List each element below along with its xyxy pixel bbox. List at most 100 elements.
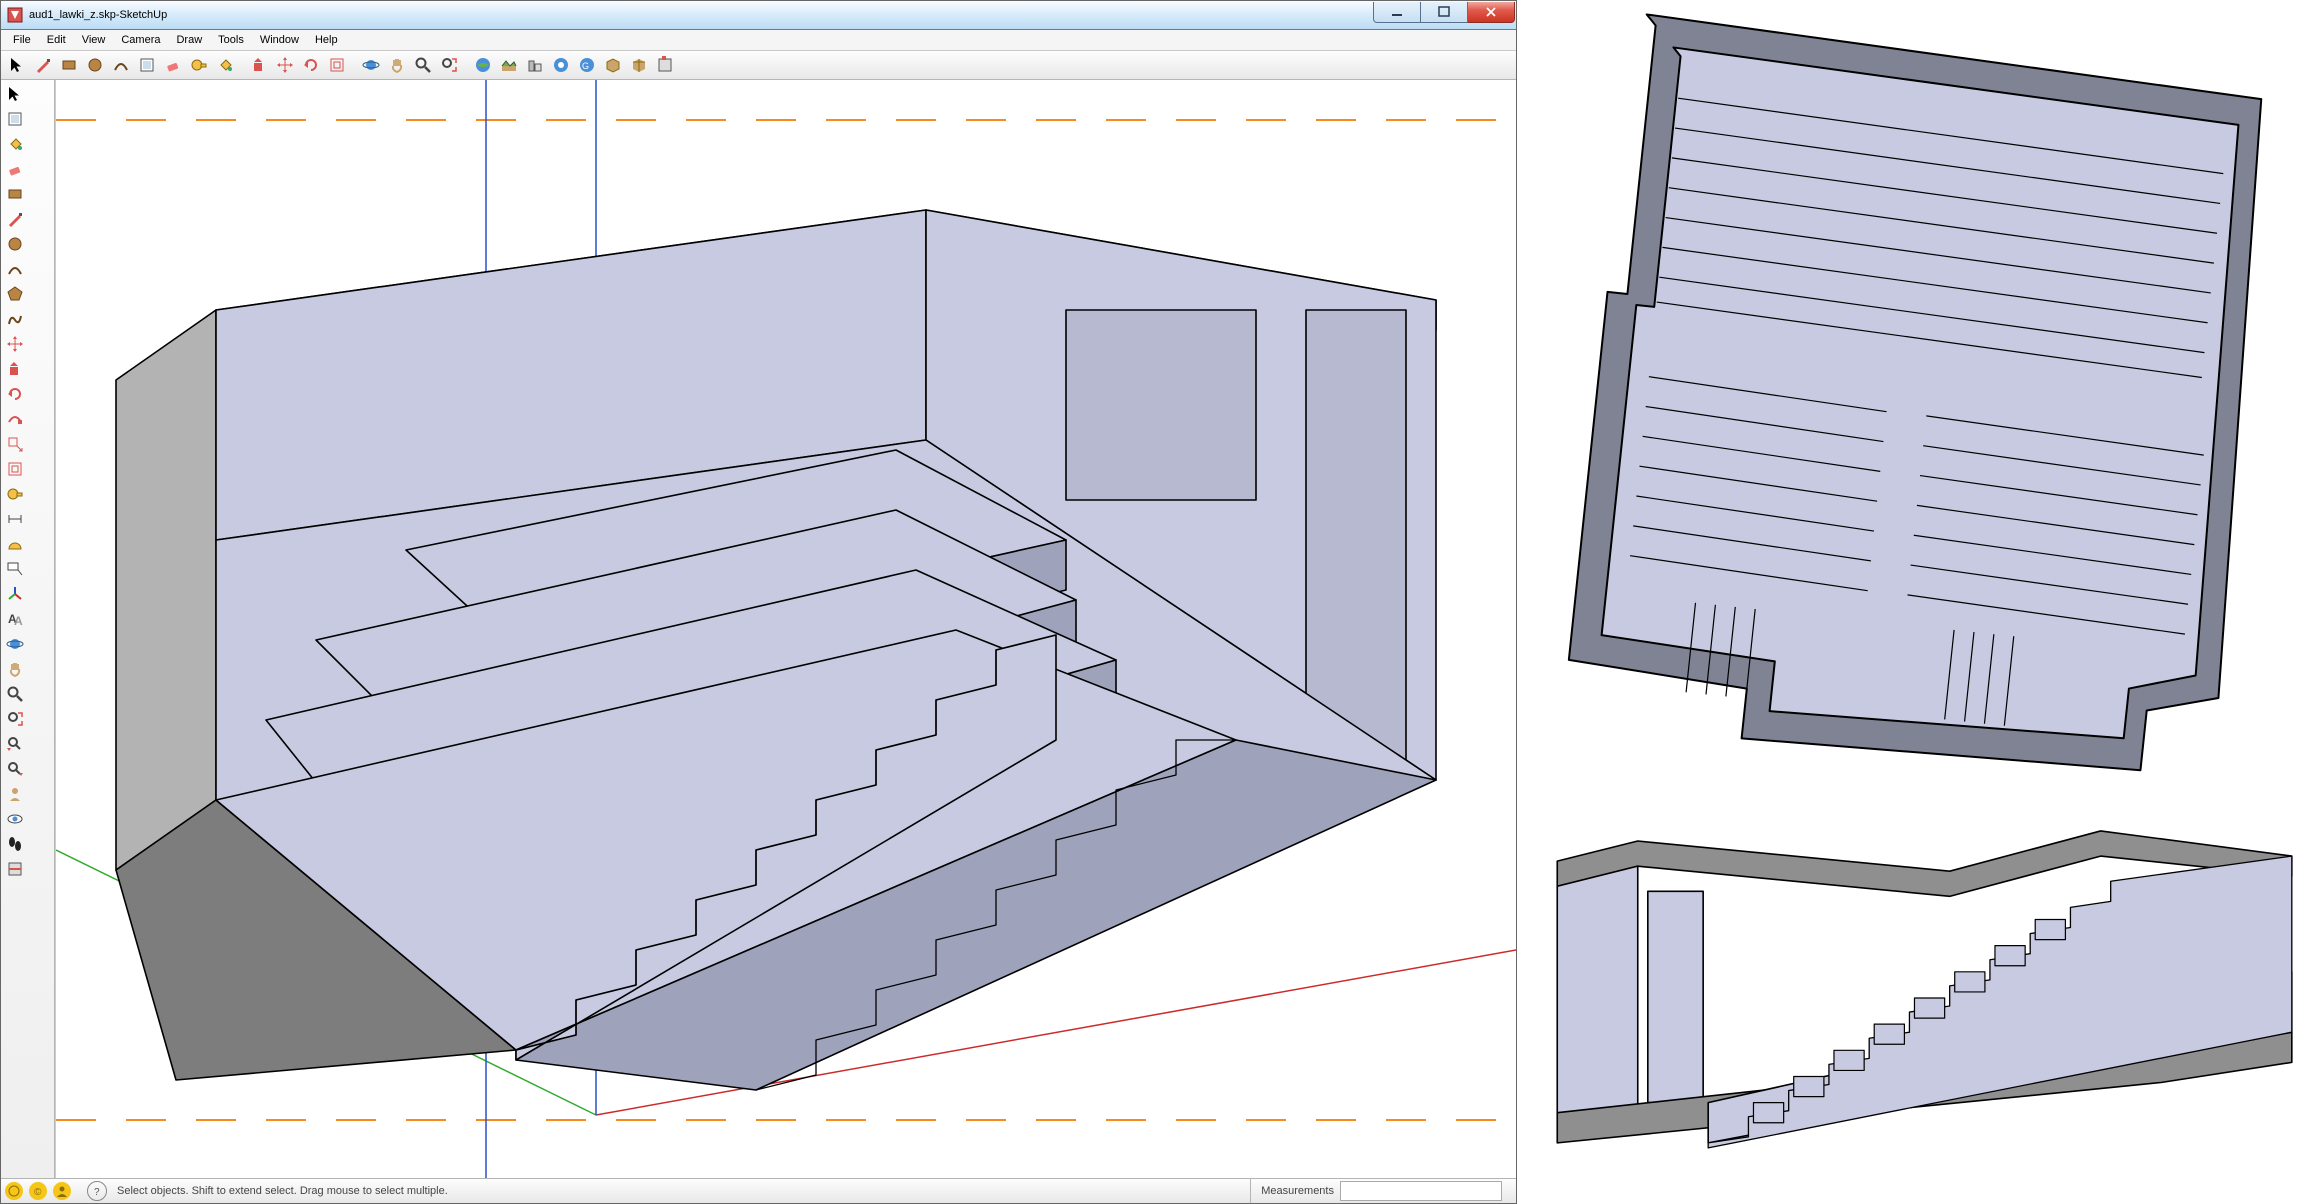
measurements-box: Measurements [1250, 1179, 1512, 1203]
position-camera-icon[interactable] [3, 782, 27, 806]
offset-icon[interactable] [325, 53, 349, 77]
axes-icon[interactable] [3, 582, 27, 606]
measurements-label: Measurements [1261, 1185, 1334, 1197]
menubar: File Edit View Camera Draw Tools Window … [1, 30, 1516, 51]
app-icon [7, 7, 23, 23]
section-plane-icon[interactable] [3, 857, 27, 881]
circle-icon[interactable] [3, 232, 27, 256]
geo-location-icon[interactable] [5, 1182, 23, 1200]
menu-label: Tools [218, 34, 244, 46]
menu-label: Help [315, 34, 338, 46]
menu-window[interactable]: Window [252, 30, 307, 50]
content-area: AA [1, 80, 1516, 1178]
tape-measure-icon[interactable] [187, 53, 211, 77]
titlebar[interactable]: aud1_lawki_z.skp - SketchUp [1, 1, 1516, 30]
window-title: aud1_lawki_z.skp - SketchUp [29, 9, 167, 21]
menu-label: Camera [121, 34, 160, 46]
rectangle-icon[interactable] [57, 53, 81, 77]
walk-icon[interactable] [3, 832, 27, 856]
select-arrow-icon[interactable] [3, 82, 27, 106]
pan-icon[interactable] [3, 657, 27, 681]
menu-label: Edit [47, 34, 66, 46]
menu-view[interactable]: View [74, 30, 114, 50]
make-component-icon[interactable] [135, 53, 159, 77]
menu-camera[interactable]: Camera [113, 30, 168, 50]
move-icon[interactable] [3, 332, 27, 356]
viewport[interactable] [55, 80, 1516, 1178]
left-toolbox: AA [1, 80, 55, 1178]
section-view [1517, 800, 2322, 1204]
polygon-icon[interactable] [3, 282, 27, 306]
measurements-input[interactable] [1340, 1181, 1502, 1201]
menu-edit[interactable]: Edit [39, 30, 74, 50]
eraser-icon[interactable] [3, 157, 27, 181]
menu-file[interactable]: File [5, 30, 39, 50]
protractor-icon[interactable] [3, 532, 27, 556]
statusbar: © ? Select objects. Shift to extend sele… [1, 1178, 1516, 1203]
svg-text:?: ? [94, 1187, 100, 1197]
paint-bucket-icon[interactable] [213, 53, 237, 77]
main-toolbar: G [1, 51, 1516, 80]
offset-icon[interactable] [3, 457, 27, 481]
push-pull-icon[interactable] [3, 357, 27, 381]
3d-text-icon[interactable]: AA [3, 607, 27, 631]
zoom-icon[interactable] [3, 682, 27, 706]
viewport-scene [56, 80, 1516, 1178]
menu-label: View [82, 34, 106, 46]
close-button[interactable] [1468, 2, 1515, 23]
doc-name: aud1_lawki_z.skp [29, 9, 116, 21]
svg-text:©: © [34, 1187, 42, 1197]
orbit-icon[interactable] [3, 632, 27, 656]
add-location-icon[interactable] [471, 53, 495, 77]
text-label-icon[interactable] [3, 557, 27, 581]
window-controls [1373, 2, 1515, 22]
add-building-icon[interactable] [523, 53, 547, 77]
orbit-icon[interactable] [359, 53, 383, 77]
maximize-button[interactable] [1421, 2, 1468, 23]
app-name: SketchUp [120, 9, 168, 21]
zoom-extents-icon[interactable] [3, 707, 27, 731]
tape-measure-icon[interactable] [3, 482, 27, 506]
next-view-icon[interactable] [3, 757, 27, 781]
menu-draw[interactable]: Draw [168, 30, 210, 50]
paint-bucket-icon[interactable] [3, 132, 27, 156]
follow-me-icon[interactable] [3, 407, 27, 431]
eraser-icon[interactable] [161, 53, 185, 77]
rotate-icon[interactable] [299, 53, 323, 77]
circle-icon[interactable] [83, 53, 107, 77]
extensions-icon[interactable] [653, 53, 677, 77]
pan-icon[interactable] [385, 53, 409, 77]
look-around-icon[interactable] [3, 807, 27, 831]
toggle-terrain-icon[interactable] [497, 53, 521, 77]
share-model-icon[interactable] [627, 53, 651, 77]
minimize-button[interactable] [1373, 2, 1421, 23]
line-pencil-icon[interactable] [31, 53, 55, 77]
get-models-icon[interactable] [601, 53, 625, 77]
svg-text:A: A [14, 614, 23, 628]
zoom-extents-icon[interactable] [437, 53, 461, 77]
make-component-icon[interactable] [3, 107, 27, 131]
rectangle-icon[interactable] [3, 182, 27, 206]
plan-view [1517, 0, 2322, 800]
sketchup-window: aud1_lawki_z.skp - SketchUp File Edit Vi… [0, 0, 1517, 1204]
menu-tools[interactable]: Tools [210, 30, 252, 50]
scale-icon[interactable] [3, 432, 27, 456]
select-arrow-icon[interactable] [5, 53, 29, 77]
arc-icon[interactable] [109, 53, 133, 77]
prev-view-icon[interactable] [3, 732, 27, 756]
user-signin-icon[interactable] [53, 1182, 71, 1200]
rotate-icon[interactable] [3, 382, 27, 406]
zoom-icon[interactable] [411, 53, 435, 77]
photo-textures-icon[interactable] [549, 53, 573, 77]
menu-help[interactable]: Help [307, 30, 346, 50]
line-pencil-icon[interactable] [3, 207, 27, 231]
push-pull-icon[interactable] [247, 53, 271, 77]
move-icon[interactable] [273, 53, 297, 77]
preview-ge-icon[interactable]: G [575, 53, 599, 77]
menu-label: File [13, 34, 31, 46]
dimension-icon[interactable] [3, 507, 27, 531]
help-icon[interactable]: ? [87, 1181, 107, 1201]
freehand-icon[interactable] [3, 307, 27, 331]
arc-icon[interactable] [3, 257, 27, 281]
credit-icon[interactable]: © [29, 1182, 47, 1200]
